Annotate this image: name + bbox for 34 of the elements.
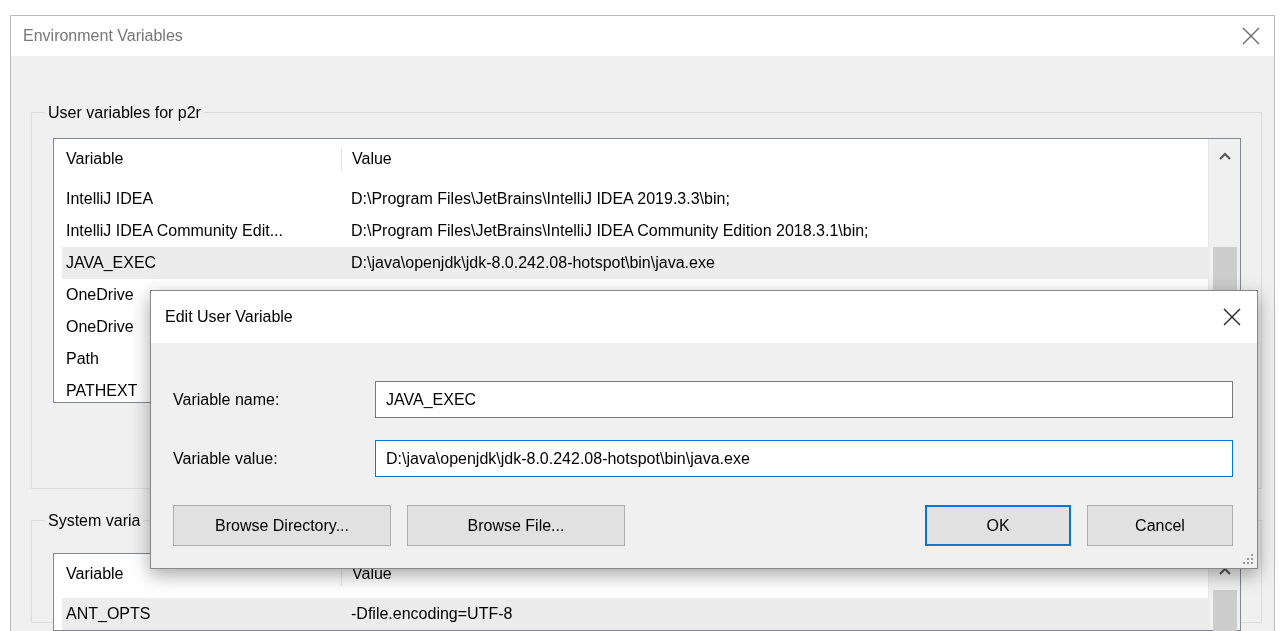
- variable-value: D:\Program Files\JetBrains\IntelliJ IDEA 2019.3.3\bin;: [350, 189, 730, 210]
- resize-grip-icon[interactable]: [1242, 553, 1254, 565]
- scroll-up-icon[interactable]: [1217, 151, 1232, 162]
- dialog-button[interactable]: Browse Directory...: [173, 505, 391, 546]
- field-label: Variable value:: [173, 448, 279, 469]
- dialog-title: Edit User Variable: [165, 307, 293, 327]
- variable-value: -Dfile.encoding=UTF-8: [350, 604, 513, 625]
- window-title: Environment Variables: [23, 26, 183, 46]
- list-row[interactable]: IntelliJ IDEA Community Edit... D:\Program Files\JetBrains\IntelliJ IDEA Community Edition 2018.3.1\bin;: [62, 215, 1208, 248]
- field-label: Variable name:: [173, 389, 281, 410]
- list-row[interactable]: ANT_OPTS -Dfile.encoding=UTF-8: [62, 598, 1208, 631]
- variable-name: IntelliJ IDEA Community Edit...: [66, 222, 283, 240]
- group-title: User variables for p2r: [47, 103, 202, 123]
- variable-name: JAVA_EXEC: [66, 254, 157, 272]
- text-field[interactable]: JAVA_EXEC: [375, 381, 1233, 418]
- column-header[interactable]: Variable: [54, 147, 341, 172]
- variable-name: IntelliJ IDEA: [66, 190, 154, 208]
- dialog-button[interactable]: Cancel: [1087, 505, 1233, 546]
- list-row[interactable]: JAVA_EXEC D:\java\openjdk\jdk-8.0.242.08-hotspot\bin\java.exe: [62, 247, 1208, 280]
- dialog-button[interactable]: OK: [925, 505, 1071, 546]
- variable-name: OneDrive: [66, 286, 134, 304]
- dialog-button[interactable]: Browse File...: [407, 505, 625, 546]
- variable-name: PATHEXT: [66, 382, 138, 400]
- variable-value: D:\Program Files\JetBrains\IntelliJ IDEA Community Edition 2018.3.1\bin;: [350, 221, 869, 242]
- scroll-up-icon[interactable]: [1217, 566, 1232, 577]
- variable-value: D:\java\openjdk\jdk-8.0.242.08-hotspot\bin\java.exe: [350, 253, 715, 274]
- text-field[interactable]: D:\java\openjdk\jdk-8.0.242.08-hotspot\bin\java.exe: [375, 440, 1233, 477]
- scrollbar-thumb[interactable]: [1212, 590, 1237, 631]
- close-icon[interactable]: [1223, 308, 1241, 326]
- list-row[interactable]: IntelliJ IDEA D:\Program Files\JetBrains\IntelliJ IDEA 2019.3.3\bin;: [62, 183, 1208, 216]
- variable-name: Path: [66, 350, 99, 368]
- variable-name: ANT_OPTS: [66, 605, 151, 623]
- column-header[interactable]: Value: [341, 147, 392, 172]
- group-title: System varia: [47, 511, 142, 531]
